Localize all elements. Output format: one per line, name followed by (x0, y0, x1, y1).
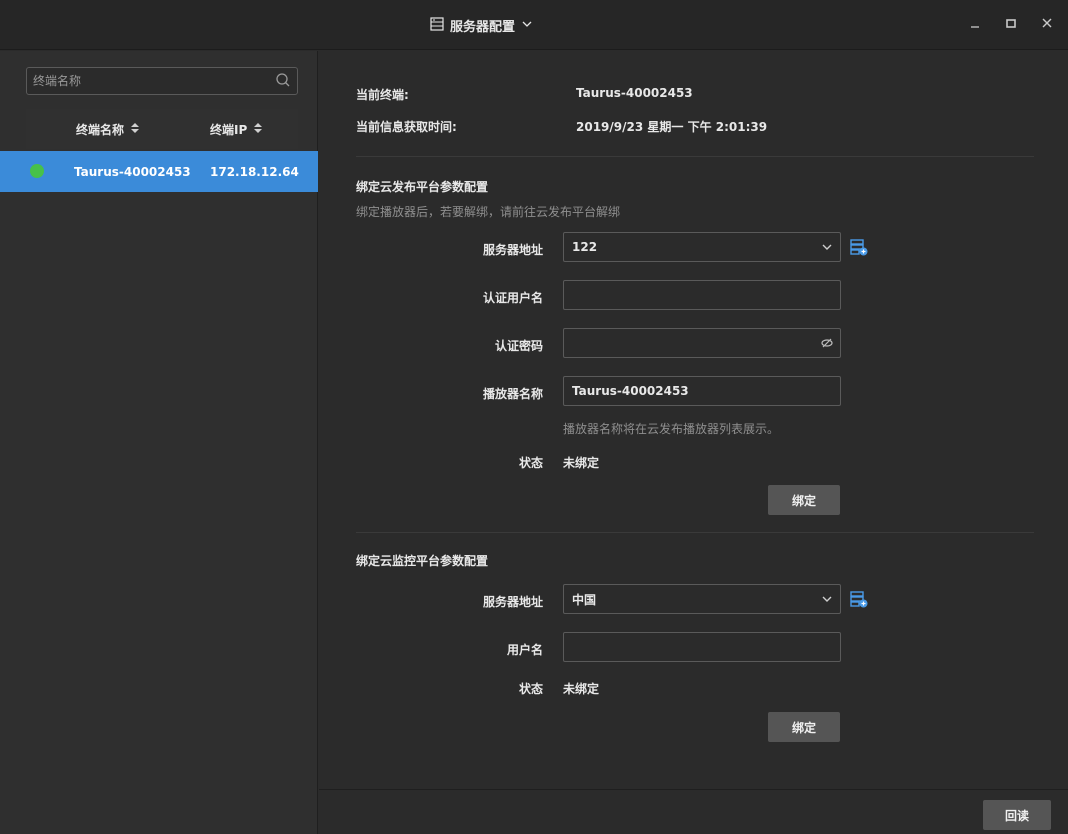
monitor-username-label: 用户名 (506, 643, 543, 657)
sort-icon (130, 122, 140, 137)
readback-button[interactable]: 回读 (983, 800, 1051, 830)
monitor-status-label: 状态 (518, 682, 543, 696)
fetch-time-label: 当前信息获取时间: (356, 120, 457, 134)
auth-password-field (563, 328, 841, 358)
publish-status-value: 未绑定 (563, 456, 600, 470)
server-address-label: 服务器地址 (482, 243, 543, 257)
publish-bind-button[interactable]: 绑定 (768, 485, 840, 515)
add-server-icon[interactable] (850, 590, 868, 608)
title-bar: 服务器配置 (0, 0, 1068, 50)
footer-bar (319, 789, 1068, 834)
cloud-monitor-server-select[interactable]: 中国 (563, 584, 841, 614)
player-name-label: 播放器名称 (482, 387, 543, 401)
chevron-down-icon (820, 592, 834, 609)
divider (356, 532, 1034, 533)
online-status-icon (30, 164, 44, 178)
terminal-search-input[interactable] (27, 68, 267, 94)
column-header-name[interactable]: 终端名称 (76, 121, 140, 138)
player-name-input[interactable] (572, 378, 812, 404)
auth-username-label: 认证用户名 (482, 291, 543, 305)
monitor-status-value: 未绑定 (563, 682, 600, 696)
fetch-time-value: 2019/9/23 星期一 下午 2:01:39 (576, 120, 768, 134)
window-title: 服务器配置 (450, 20, 516, 35)
server-config-icon (430, 16, 444, 35)
monitor-username-field (563, 632, 841, 662)
add-server-icon[interactable] (850, 238, 868, 256)
auth-password-label: 认证密码 (494, 339, 543, 353)
table-row[interactable]: Taurus-40002453 172.18.12.64 (0, 151, 318, 192)
auth-password-input[interactable] (572, 330, 812, 356)
terminal-name-cell: Taurus-40002453 (74, 164, 191, 179)
column-header-ip[interactable]: 终端IP (210, 121, 263, 138)
current-terminal-value: Taurus-40002453 (576, 86, 693, 100)
monitor-bind-button[interactable]: 绑定 (768, 712, 840, 742)
terminal-ip-cell: 172.18.12.64 (210, 164, 299, 179)
terminal-table-header: 终端名称 终端IP (26, 109, 298, 149)
window-title-dropdown[interactable]: 服务器配置 (430, 16, 533, 35)
maximize-button[interactable] (1002, 14, 1020, 32)
current-terminal-label: 当前终端: (356, 88, 409, 102)
cloud-monitor-title: 绑定云监控平台参数配置 (356, 554, 489, 568)
cloud-publish-hint: 绑定播放器后，若要解绑，请前往云发布平台解绑 (356, 205, 621, 219)
eye-hidden-icon[interactable] (820, 336, 834, 353)
monitor-username-input[interactable] (572, 634, 812, 660)
close-button[interactable] (1038, 14, 1056, 32)
publish-status-label: 状态 (518, 456, 543, 470)
auth-username-field (563, 280, 841, 310)
terminal-list-panel: 终端名称 终端IP Taurus-40002453 172.18.12.64 (0, 51, 318, 834)
cloud-publish-title: 绑定云发布平台参数配置 (356, 180, 489, 194)
player-name-hint: 播放器名称将在云发布播放器列表展示。 (563, 422, 780, 436)
player-name-field (563, 376, 841, 406)
search-icon[interactable] (275, 72, 291, 92)
auth-username-input[interactable] (572, 282, 812, 308)
monitor-server-label: 服务器地址 (482, 595, 543, 609)
chevron-down-icon (820, 240, 834, 257)
sort-icon (253, 122, 263, 137)
chevron-down-icon (521, 18, 533, 34)
terminal-search (26, 67, 298, 95)
minimize-button[interactable] (966, 14, 984, 32)
divider (356, 156, 1034, 157)
cloud-publish-server-select[interactable]: 122 (563, 232, 841, 262)
